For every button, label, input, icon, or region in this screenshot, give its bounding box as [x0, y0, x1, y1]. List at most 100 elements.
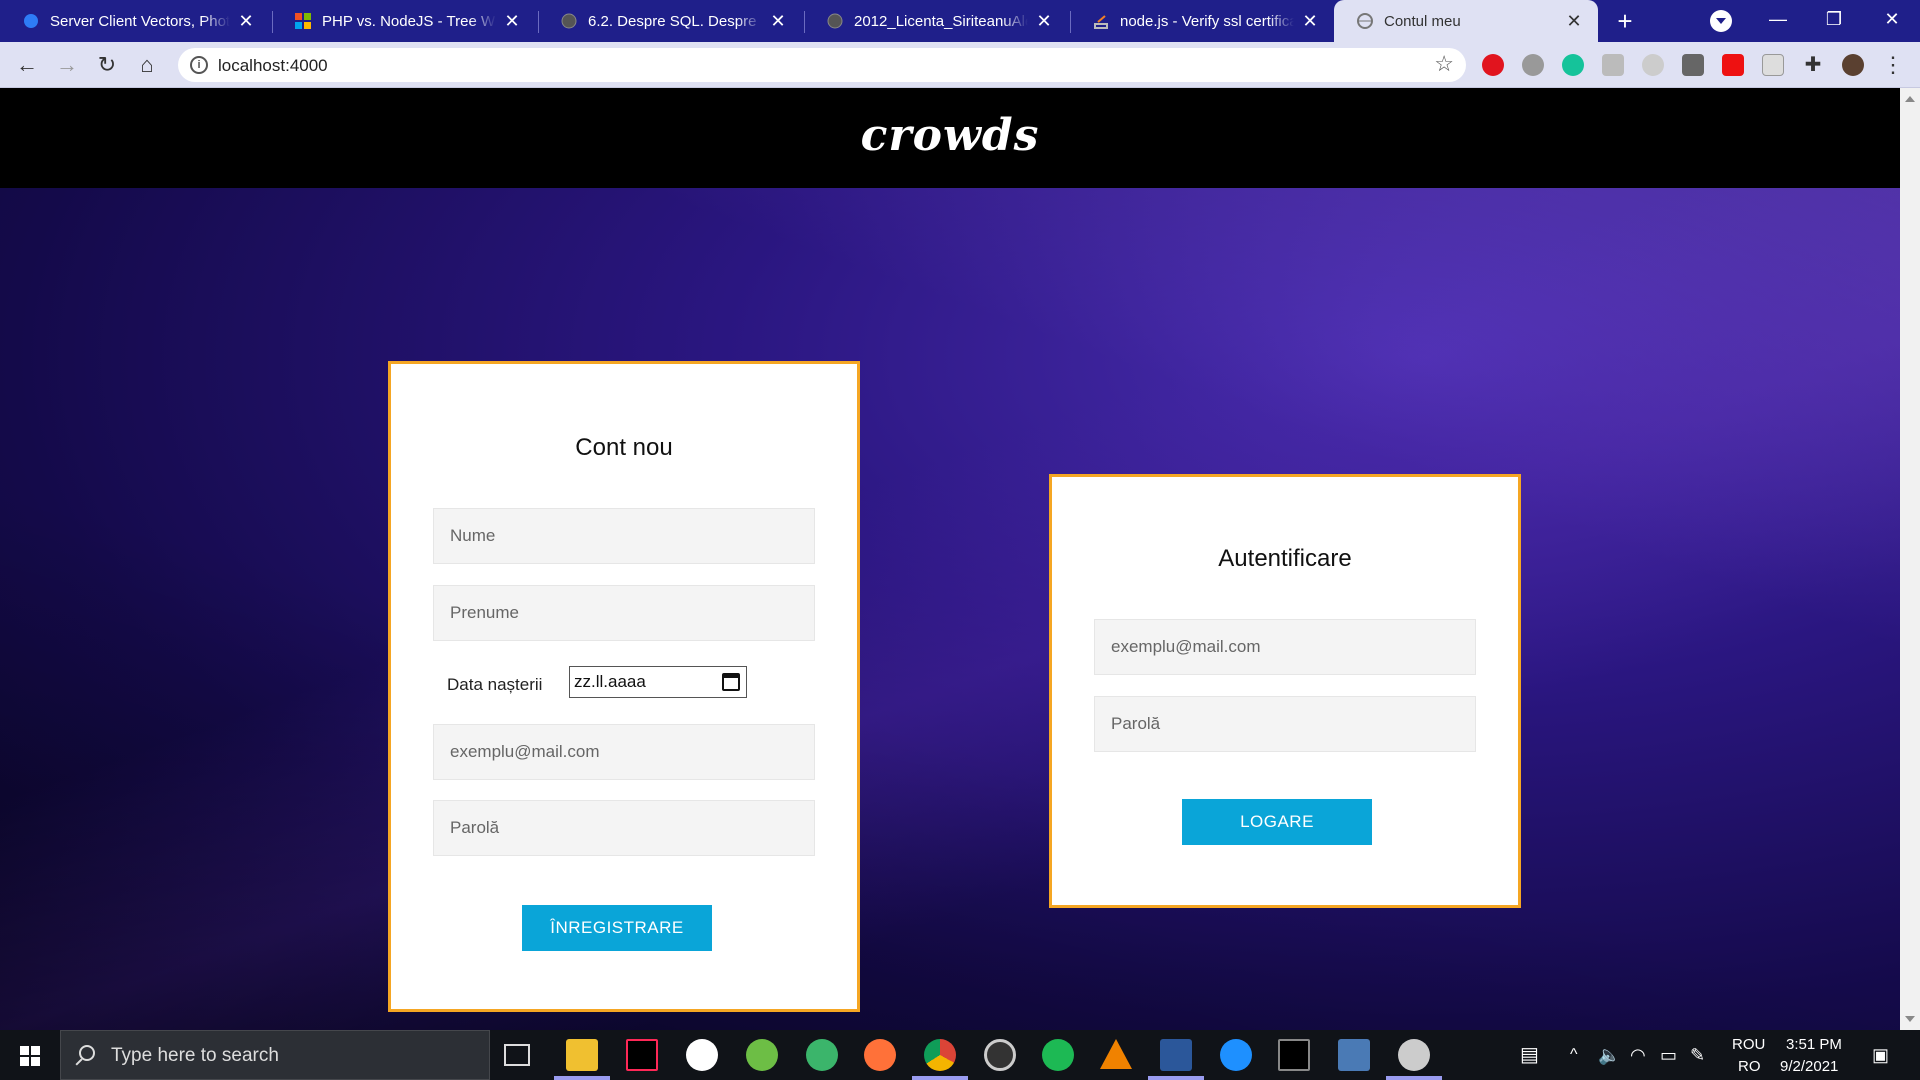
page-scrollbar[interactable] — [1900, 88, 1920, 1030]
close-icon[interactable]: ✕ — [236, 11, 256, 32]
grammarly-extension-icon[interactable] — [1562, 54, 1584, 76]
forward-icon[interactable]: → — [52, 50, 82, 80]
atom-icon[interactable] — [806, 1039, 838, 1071]
register-card: Cont nou Data nașterii zz.ll.aaaa ÎNREGI… — [388, 361, 860, 1012]
action-center-news-icon[interactable]: ▤ — [1520, 1030, 1539, 1080]
windows-taskbar: Type here to search ▤ ^ 🔈 ◠ ▭ ✎ ROU RO 3… — [0, 1030, 1920, 1080]
tab-despre-sql[interactable]: 6.2. Despre SQL. Despre My ✕ — [538, 0, 802, 42]
tab-title: 2012_Licenta_SiriteanuAlexa — [854, 12, 1028, 30]
globe-icon — [1356, 12, 1374, 30]
calendar-icon[interactable] — [722, 673, 740, 691]
itunes-icon[interactable] — [686, 1039, 718, 1071]
restore-icon[interactable]: ❐ — [1806, 0, 1862, 40]
email-field[interactable] — [433, 724, 815, 780]
tab-search-icon[interactable] — [1710, 10, 1732, 32]
dob-value: zz.ll.aaaa — [574, 672, 646, 691]
tab-title: Contul meu — [1384, 12, 1461, 30]
first-name-field[interactable] — [433, 508, 815, 564]
reload-icon[interactable]: ↻ — [92, 50, 122, 80]
address-url[interactable]: localhost:4000 — [218, 56, 328, 76]
extensions-puzzle-icon[interactable]: ✚ — [1802, 54, 1824, 76]
vlc-icon[interactable] — [1100, 1039, 1132, 1069]
register-title: Cont nou — [575, 434, 673, 461]
bookmark-star-icon[interactable]: ☆ — [1434, 51, 1454, 77]
firefox-icon[interactable] — [864, 1039, 896, 1071]
profile-avatar[interactable] — [1842, 54, 1864, 76]
task-view-icon[interactable] — [504, 1044, 530, 1066]
taskbar-search-box[interactable]: Type here to search — [60, 1030, 490, 1080]
active-app-indicator — [554, 1076, 610, 1080]
login-title: Autentificare — [1218, 545, 1352, 572]
login-password-field[interactable] — [1094, 696, 1476, 752]
last-name-field[interactable] — [433, 585, 815, 641]
clock-date[interactable]: 9/2/2021 — [1780, 1058, 1838, 1078]
close-icon[interactable]: ✕ — [1034, 11, 1054, 32]
language-bottom[interactable]: RO — [1738, 1058, 1761, 1078]
paint-icon[interactable] — [1398, 1039, 1430, 1071]
windows-logo-icon — [294, 12, 312, 30]
close-icon[interactable]: ✕ — [1300, 11, 1320, 32]
extension-icon[interactable] — [1642, 54, 1664, 76]
tab-title: PHP vs. NodeJS - Tree Web — [322, 12, 496, 30]
language-top[interactable]: ROU — [1732, 1036, 1765, 1056]
clock-time[interactable]: 3:51 PM — [1786, 1036, 1842, 1056]
home-icon[interactable]: ⌂ — [132, 50, 162, 80]
login-button[interactable]: LOGARE — [1182, 799, 1372, 845]
snipping-tool-icon[interactable] — [1338, 1039, 1370, 1071]
taskbar-search-placeholder: Type here to search — [111, 1045, 279, 1066]
pdf-extension-icon[interactable] — [1722, 54, 1744, 76]
pgadmin-icon[interactable] — [984, 1039, 1016, 1071]
wifi-icon[interactable]: ◠ — [1630, 1030, 1646, 1080]
menu-kebab-icon[interactable]: ⋮ — [1882, 54, 1904, 76]
minimize-icon[interactable]: — — [1750, 0, 1806, 40]
pen-icon[interactable]: ✎ — [1690, 1030, 1705, 1080]
battery-icon[interactable]: ▭ — [1660, 1030, 1677, 1080]
back-icon[interactable]: ← — [12, 50, 42, 80]
tab-contul-meu[interactable]: Contul meu ✕ — [1334, 0, 1598, 42]
active-app-indicator — [912, 1076, 968, 1080]
extension-icon[interactable] — [1522, 54, 1544, 76]
close-icon[interactable]: ✕ — [502, 11, 522, 32]
tab-licenta[interactable]: 2012_Licenta_SiriteanuAlexa ✕ — [804, 0, 1068, 42]
login-email-field[interactable] — [1094, 619, 1476, 675]
search-icon — [79, 1045, 95, 1061]
hero-background: Cont nou Data nașterii zz.ll.aaaa ÎNREGI… — [0, 188, 1900, 1030]
terminal-icon[interactable] — [1278, 1039, 1310, 1071]
globe-icon — [826, 12, 844, 30]
adblock-extension-icon[interactable] — [1482, 54, 1504, 76]
register-button[interactable]: ÎNREGISTRARE — [522, 905, 712, 951]
volume-icon[interactable]: 🔈 — [1598, 1030, 1620, 1080]
close-icon[interactable]: ✕ — [1564, 11, 1584, 32]
intellij-icon[interactable] — [626, 1039, 658, 1071]
close-window-icon[interactable]: ✕ — [1864, 0, 1920, 40]
address-bar[interactable]: i localhost:4000 ☆ — [178, 48, 1466, 82]
site-logo[interactable]: crowds — [0, 110, 1900, 161]
page-extension-icon[interactable] — [1762, 54, 1784, 76]
dob-date-input[interactable]: zz.ll.aaaa — [569, 666, 747, 698]
tray-chevron-up-icon[interactable]: ^ — [1570, 1030, 1578, 1080]
scroll-down-icon[interactable] — [1905, 1016, 1915, 1022]
utorrent-icon[interactable] — [746, 1039, 778, 1071]
close-icon[interactable]: ✕ — [768, 11, 788, 32]
chrome-icon[interactable] — [924, 1039, 956, 1071]
tab-php-vs-nodejs[interactable]: PHP vs. NodeJS - Tree Web ✕ — [272, 0, 536, 42]
extension-icon[interactable] — [1682, 54, 1704, 76]
site-info-icon[interactable]: i — [190, 56, 208, 74]
tab-title: Server Client Vectors, Photo — [50, 12, 230, 30]
tab-title: node.js - Verify ssl certificat — [1120, 12, 1294, 30]
tab-server-client-vectors[interactable]: Server Client Vectors, Photo ✕ — [0, 0, 270, 42]
notifications-icon[interactable]: ▣ — [1872, 1030, 1889, 1080]
edge-icon[interactable] — [1220, 1039, 1252, 1071]
password-field[interactable] — [433, 800, 815, 856]
word-icon[interactable] — [1160, 1039, 1192, 1071]
dob-label: Data nașterii — [447, 675, 543, 694]
spotify-icon[interactable] — [1042, 1039, 1074, 1071]
tab-nodejs-ssl[interactable]: node.js - Verify ssl certificat ✕ — [1070, 0, 1334, 42]
new-tab-button[interactable]: + — [1610, 6, 1640, 36]
file-explorer-icon[interactable] — [566, 1039, 598, 1071]
scroll-up-icon[interactable] — [1905, 96, 1915, 102]
tab-title: 6.2. Despre SQL. Despre My — [588, 12, 762, 30]
windows-start-button[interactable] — [0, 1030, 60, 1080]
extension-icon[interactable] — [1602, 54, 1624, 76]
active-app-indicator — [1386, 1076, 1442, 1080]
